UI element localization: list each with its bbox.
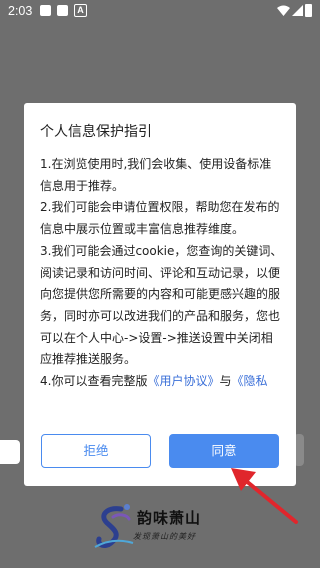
policy-item-3: 3.我们可能会通过cookie，您查询的关键词、阅读记录和访问时间、评论和互动记… xyxy=(40,243,283,367)
background-element xyxy=(0,440,20,464)
dialog-body[interactable]: 1.在浏览使用时,我们会收集、使用设备标准信息用于推荐。 2.我们可能会申请位置… xyxy=(40,154,283,426)
annotation-arrow-icon xyxy=(231,468,298,524)
brand-subtitle: 发现萧山的美好 xyxy=(133,532,196,541)
brand-mark-icon xyxy=(94,504,134,549)
privacy-dialog: 个人信息保护指引 1.在浏览使用时,我们会收集、使用设备标准信息用于推荐。 2.… xyxy=(24,103,296,486)
reject-button[interactable]: 拒绝 xyxy=(41,434,151,468)
wifi-icon xyxy=(277,5,290,16)
policy-item-4-and: 与 xyxy=(219,374,232,389)
dialog-title: 个人信息保护指引 xyxy=(40,124,152,140)
policy-item-1: 1.在浏览使用时,我们会收集、使用设备标准信息用于推荐。 xyxy=(40,157,272,193)
privacy-policy-link[interactable]: 《隐私 xyxy=(231,374,267,388)
signal-icon xyxy=(292,5,303,16)
brand-logo: 韵味萧山 发现萧山的美好 xyxy=(93,503,233,555)
policy-item-4: 4.你可以查看完整版《用户协议》与《隐私 xyxy=(40,371,283,393)
status-time: 2:03 xyxy=(8,4,33,18)
notification-square-icon xyxy=(57,5,68,16)
user-agreement-link[interactable]: 《用户协议》 xyxy=(147,374,219,388)
a-icon: A xyxy=(74,4,87,17)
battery-icon xyxy=(305,4,312,17)
policy-item-2: 2.我们可能会申请位置权限，帮助您在发布的信息中展示位置或丰富信息推荐维度。 xyxy=(40,200,280,237)
notification-square-icon xyxy=(40,5,51,16)
policy-item-4-prefix: 4.你可以查看完整版 xyxy=(40,374,148,389)
brand-title: 韵味萧山 xyxy=(137,509,202,527)
status-bar: 2:03 A xyxy=(0,0,320,22)
